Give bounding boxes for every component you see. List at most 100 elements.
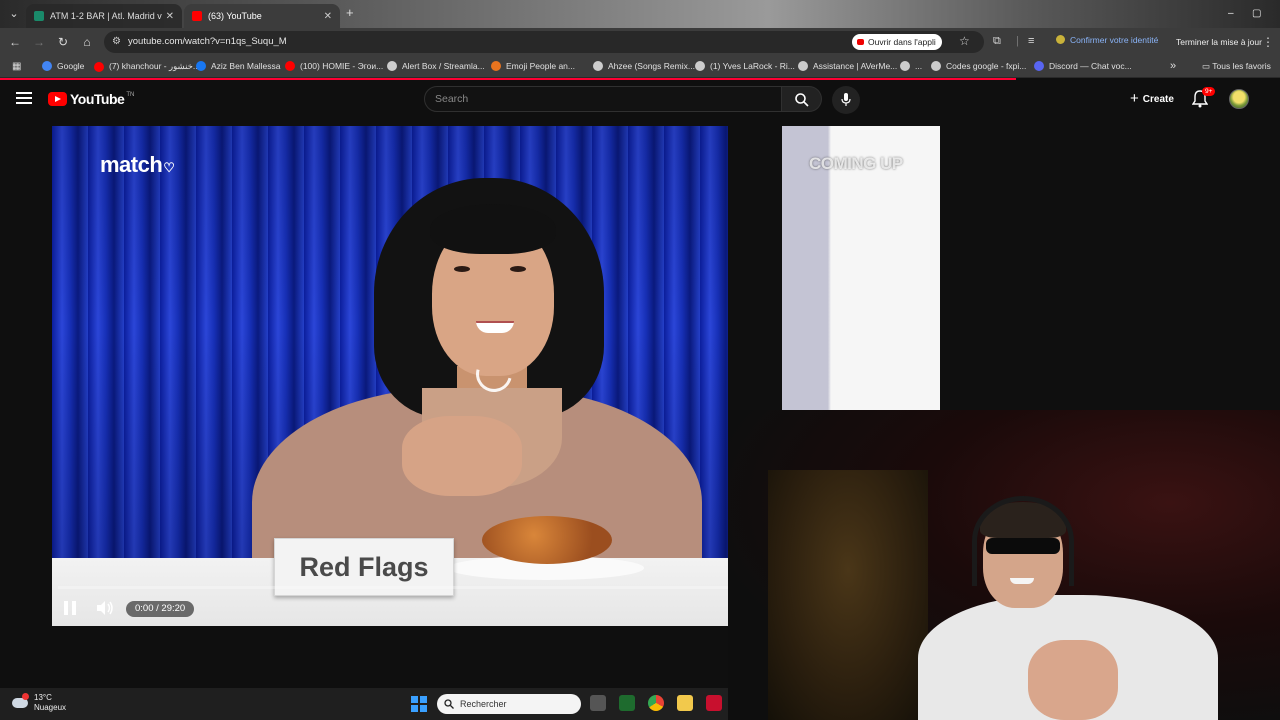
app-green-icon[interactable] bbox=[619, 695, 635, 711]
search-placeholder: Search bbox=[435, 93, 469, 105]
bookmarks-bar: ▦ Google (7) khanchour - خنشور... Aziz B… bbox=[0, 56, 1280, 78]
globe-icon bbox=[593, 61, 603, 71]
bookmark-star-icon[interactable]: ☆ bbox=[959, 34, 970, 48]
bookmark-assistance[interactable]: Assistance | AVerMe... bbox=[798, 61, 897, 71]
youtube-icon bbox=[94, 61, 104, 72]
forward-arrow-icon[interactable]: → bbox=[32, 35, 46, 49]
all-bookmarks-folder[interactable]: ▭ Tous les favoris bbox=[1202, 61, 1271, 72]
facebook-icon bbox=[196, 61, 206, 71]
identity-prompt[interactable]: Confirmer votre identité bbox=[1056, 35, 1158, 45]
search-button[interactable] bbox=[782, 86, 822, 112]
coming-up-text: COMING UP bbox=[809, 154, 903, 173]
google-icon bbox=[42, 61, 52, 71]
browser-toolbar: ← → ↻ ⌂ ⚙ youtube.com/watch?v=n1qs_Suqu_… bbox=[0, 28, 1280, 56]
notification-badge: 9+ bbox=[1202, 87, 1216, 96]
reload-icon[interactable]: ↻ bbox=[56, 35, 70, 49]
search-input[interactable]: Search bbox=[424, 86, 782, 112]
bookmark-label: (1) Yves LaRock - Ri... bbox=[710, 61, 795, 71]
browser-tab-strip: ⌄ ATM 1-2 BAR | Atl. Madrid v Ba ✕ (63) … bbox=[0, 0, 1280, 28]
weather-temperature: 13°C bbox=[34, 693, 52, 702]
bookmark-ellipsis[interactable]: ... bbox=[900, 61, 922, 71]
taskbar-search-placeholder: Rechercher bbox=[460, 699, 507, 709]
bookmark-label: Emoji People an... bbox=[506, 61, 575, 71]
bookmark-emoji[interactable]: Emoji People an... bbox=[491, 61, 575, 71]
bookmark-homie[interactable]: (100) HOMIE - Эгои... bbox=[285, 61, 383, 71]
task-view-icon[interactable] bbox=[590, 695, 606, 711]
bookmark-label: Aziz Ben Mallessa bbox=[211, 61, 281, 71]
tab-atm-bar[interactable]: ATM 1-2 BAR | Atl. Madrid v Ba ✕ bbox=[26, 4, 182, 28]
profile-dot-icon bbox=[1056, 35, 1065, 44]
globe-icon bbox=[798, 61, 808, 71]
sunglasses bbox=[986, 538, 1060, 554]
weather-widget[interactable]: 13°C Nuageux bbox=[12, 693, 66, 713]
volume-icon bbox=[97, 601, 113, 615]
country-code: TN bbox=[126, 92, 135, 98]
avatar[interactable] bbox=[1229, 89, 1249, 109]
new-tab-plus-icon[interactable]: + bbox=[346, 6, 360, 20]
bookmark-label: Discord — Chat voc... bbox=[1049, 61, 1132, 71]
weather-condition: Nuageux bbox=[34, 703, 67, 712]
bookmark-discord[interactable]: Discord — Chat voc... bbox=[1034, 61, 1132, 71]
bookmark-label: Alert Box / Streamla... bbox=[402, 61, 485, 71]
site-info-icon[interactable]: ⚙ bbox=[112, 36, 121, 47]
nameplate-text: Red Flags bbox=[299, 551, 429, 582]
minimize-icon[interactable]: – bbox=[1228, 8, 1234, 19]
file-explorer-icon[interactable] bbox=[677, 695, 693, 711]
pause-button[interactable] bbox=[64, 601, 78, 615]
create-label: Create bbox=[1142, 94, 1174, 105]
coming-up-panel: COMING UP bbox=[782, 126, 940, 410]
create-button[interactable]: + Create bbox=[1122, 86, 1182, 112]
bookmark-yves[interactable]: (1) Yves LaRock - Ri... bbox=[695, 61, 795, 71]
maximize-icon[interactable]: ▢ bbox=[1252, 8, 1261, 19]
bookmark-google[interactable]: Google bbox=[42, 61, 84, 71]
tab-close-icon[interactable]: ✕ bbox=[166, 11, 174, 22]
apps-grid-icon[interactable]: ▦ bbox=[12, 61, 21, 72]
windows-taskbar: 13°C Nuageux Rechercher bbox=[0, 688, 728, 720]
media-controls-icon[interactable]: ≡ bbox=[1028, 35, 1034, 47]
tab-search-chevron-icon[interactable]: ⌄ bbox=[6, 6, 22, 22]
back-arrow-icon[interactable]: ← bbox=[8, 35, 22, 49]
more-bookmarks-icon[interactable]: » bbox=[1170, 60, 1176, 72]
all-bookmarks-label: Tous les favoris bbox=[1212, 61, 1271, 71]
youtube-logo[interactable]: YouTube TN bbox=[48, 91, 134, 107]
volume-button[interactable] bbox=[96, 600, 114, 621]
progress-bar[interactable] bbox=[58, 586, 728, 589]
video-player[interactable]: Red Flags match♡ 0:00 / 29:20 bbox=[52, 126, 728, 626]
extensions-icon[interactable]: ⧉ bbox=[993, 35, 1001, 48]
identity-label: Confirmer votre identité bbox=[1070, 35, 1159, 45]
tab-title: ATM 1-2 BAR | Atl. Madrid v Ba bbox=[50, 11, 162, 21]
globe-icon bbox=[900, 61, 910, 71]
bookmark-khanchour[interactable]: (7) khanchour - خنشور... bbox=[94, 61, 200, 72]
open-in-app-button[interactable]: Ouvrir dans l'appli bbox=[852, 34, 942, 50]
folder-icon: ▭ bbox=[1202, 61, 1213, 71]
discord-icon bbox=[1034, 61, 1044, 71]
search-icon bbox=[444, 699, 454, 709]
bookmark-codes[interactable]: Codes google - fxpi... bbox=[931, 61, 1026, 71]
globe-icon bbox=[931, 61, 941, 71]
more-menu-icon[interactable]: ⋮ bbox=[1262, 35, 1274, 49]
home-icon[interactable]: ⌂ bbox=[80, 35, 94, 49]
youtube-logo-text: YouTube bbox=[70, 91, 125, 107]
plus-icon: + bbox=[1130, 90, 1139, 107]
tab-title: (63) YouTube bbox=[208, 11, 262, 21]
chrome-icon[interactable] bbox=[648, 695, 664, 711]
bookmark-alertbox[interactable]: Alert Box / Streamla... bbox=[387, 61, 485, 71]
windows-start-icon[interactable] bbox=[411, 696, 427, 712]
taskbar-search-input[interactable]: Rechercher bbox=[437, 694, 581, 714]
bookmark-ahzee[interactable]: Ahzee (Songs Remix... bbox=[593, 61, 695, 71]
app-red-icon[interactable] bbox=[706, 695, 722, 711]
globe-icon bbox=[387, 61, 397, 71]
weather-alert-icon bbox=[22, 693, 29, 700]
hamburger-menu-icon[interactable] bbox=[16, 92, 32, 104]
address-bar[interactable]: ⚙ youtube.com/watch?v=n1qs_Suqu_M Ouvrir… bbox=[104, 31, 984, 53]
bookmark-label: (7) khanchour - خنشور... bbox=[109, 61, 200, 71]
bookmark-label: Assistance | AVerMe... bbox=[813, 61, 898, 71]
url-text[interactable]: youtube.com/watch?v=n1qs_Suqu_M bbox=[128, 36, 287, 47]
voice-search-button[interactable] bbox=[832, 86, 860, 114]
notifications-button[interactable]: 9+ bbox=[1191, 87, 1216, 113]
time-display: 0:00 / 29:20 bbox=[126, 601, 195, 617]
bookmark-aziz[interactable]: Aziz Ben Mallessa bbox=[196, 61, 280, 71]
update-button[interactable]: Terminer la mise à jour bbox=[1170, 32, 1268, 52]
tab-close-icon[interactable]: ✕ bbox=[324, 11, 332, 22]
tab-youtube[interactable]: (63) YouTube ✕ bbox=[184, 4, 340, 28]
